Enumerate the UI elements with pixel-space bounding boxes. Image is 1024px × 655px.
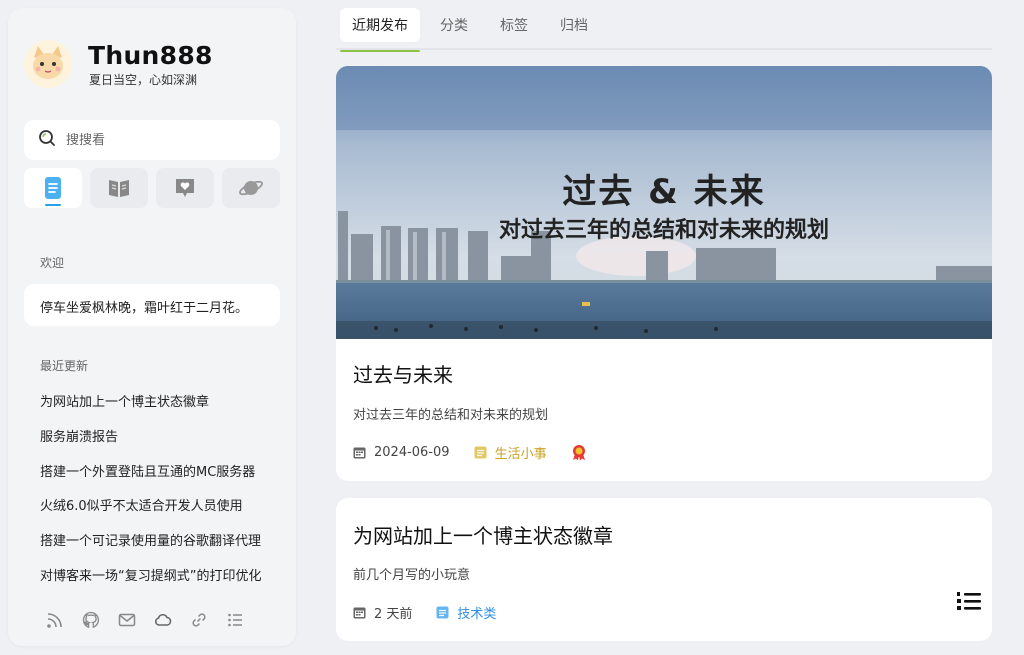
- banner-title: 过去 & 未来: [562, 172, 766, 212]
- category-icon: [436, 606, 449, 619]
- post-cover-image[interactable]: 过去 & 未来 对过去三年的总结和对未来的规划: [336, 66, 992, 339]
- category-icon: [474, 446, 487, 459]
- calendar-icon: [353, 447, 366, 459]
- heart-chat-icon: [176, 179, 194, 197]
- search-icon: [38, 129, 56, 151]
- post-date: 2 天前: [374, 607, 413, 622]
- sidebar-tab-planet[interactable]: [222, 168, 280, 208]
- toc-button[interactable]: [956, 590, 982, 612]
- mail-icon[interactable]: [118, 611, 136, 629]
- document-icon: [45, 177, 61, 199]
- recent-item[interactable]: 为网站加上一个博主状态徽章: [40, 392, 272, 427]
- planet-icon: [239, 180, 263, 196]
- award-icon: [572, 445, 585, 461]
- post-description: 对过去三年的总结和对未来的规划: [353, 408, 549, 423]
- calendar-icon: [353, 607, 366, 619]
- social-links: [46, 611, 244, 629]
- sidebar-tab-books[interactable]: [90, 168, 148, 208]
- recent-updates-list: 为网站加上一个博主状态徽章 服务崩溃报告 搭建一个外置登陆且互通的MC服务器 火…: [40, 392, 272, 601]
- tab-recent[interactable]: 近期发布: [340, 8, 420, 52]
- rss-icon[interactable]: [46, 611, 64, 629]
- github-icon[interactable]: [82, 611, 100, 629]
- main-tab-bar: 近期发布 分类 标签 归档: [336, 8, 992, 52]
- recent-updates-label: 最近更新: [40, 359, 89, 373]
- book-icon: [109, 180, 129, 197]
- post-meta: 2024-06-09 生活小事: [353, 443, 587, 462]
- tab-archive[interactable]: 归档: [548, 8, 600, 42]
- recent-item[interactable]: 搭建一个可记录使用量的谷歌翻译代理: [40, 531, 272, 566]
- list-icon[interactable]: [226, 611, 244, 629]
- sidebar: Thun888 夏日当空，心如深渊 搜搜看 欢迎 停车坐爱枫林晚，霜叶红于二月花…: [8, 8, 296, 646]
- post-card[interactable]: 为网站加上一个博主状态徽章 前几个月写的小玩意 2 天前 技术类: [336, 498, 992, 641]
- sidebar-tab-bar: [24, 168, 280, 208]
- welcome-quote: 停车坐爱枫林晚，霜叶红于二月花。: [24, 284, 280, 326]
- recent-item[interactable]: 对博客来一场“复习提纲式”的打印优化: [40, 566, 272, 601]
- recent-item[interactable]: 搭建一个外置登陆且互通的MC服务器: [40, 462, 272, 497]
- post-category[interactable]: 技术类: [457, 603, 496, 622]
- search-input[interactable]: [66, 132, 266, 148]
- cloud-icon[interactable]: [154, 611, 172, 629]
- post-title[interactable]: 过去与未来: [353, 359, 453, 388]
- post-date: 2024-06-09: [374, 445, 450, 460]
- tab-categories[interactable]: 分类: [428, 8, 480, 42]
- post-title[interactable]: 为网站加上一个博主状态徽章: [353, 520, 613, 549]
- recent-item[interactable]: 火绒6.0似乎不太适合开发人员使用: [40, 496, 272, 531]
- post-card[interactable]: 过去 & 未来 对过去三年的总结和对未来的规划 过去与未来 对过去三年的总结和对…: [336, 66, 992, 481]
- site-title[interactable]: Thun888: [88, 41, 213, 70]
- post-meta: 2 天前 技术类: [353, 603, 520, 622]
- recent-item[interactable]: 服务崩溃报告: [40, 427, 272, 462]
- profile: [24, 40, 72, 88]
- post-category[interactable]: 生活小事: [495, 443, 547, 462]
- link-icon[interactable]: [190, 611, 208, 629]
- site-tagline: 夏日当空，心如深渊: [89, 73, 198, 87]
- avatar[interactable]: [24, 40, 72, 88]
- banner-subtitle: 对过去三年的总结和对未来的规划: [498, 218, 829, 243]
- welcome-label: 欢迎: [40, 256, 65, 270]
- search-box[interactable]: [24, 120, 280, 160]
- numbered-list-icon: [957, 592, 981, 610]
- post-description: 前几个月写的小玩意: [353, 568, 471, 583]
- tab-tags[interactable]: 标签: [488, 8, 540, 42]
- sidebar-tab-messages[interactable]: [156, 168, 214, 208]
- sidebar-tab-posts[interactable]: [24, 168, 82, 208]
